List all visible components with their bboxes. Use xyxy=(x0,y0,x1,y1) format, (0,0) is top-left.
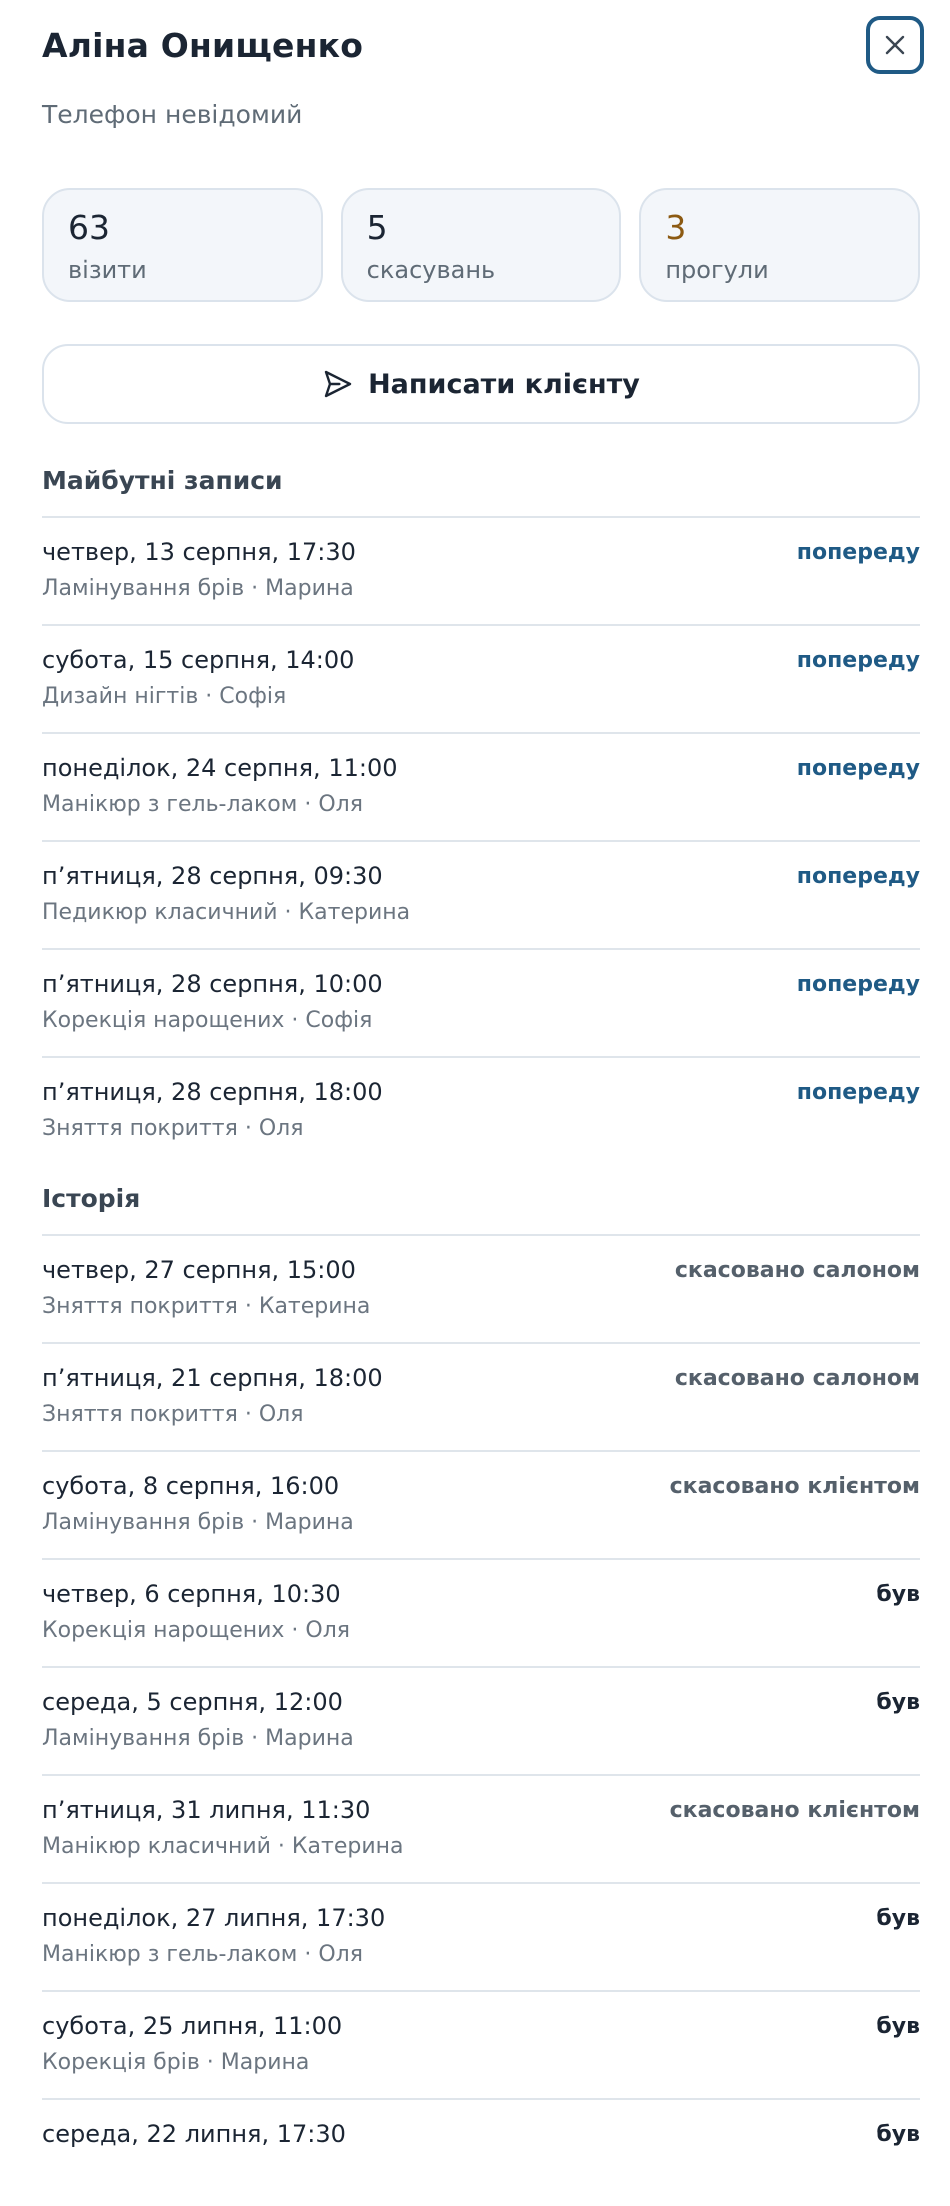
appointment-status: скасовано салоном xyxy=(674,1258,920,1283)
appointment-row[interactable]: четвер, 6 серпня, 10:30 Корекція нарощени… xyxy=(42,1558,920,1666)
stat-visits-label: візити xyxy=(68,255,147,284)
appointment-service: Педикюр класичний · Катерина xyxy=(42,900,411,925)
message-client-button[interactable]: Написати клієнту xyxy=(42,344,920,424)
send-icon xyxy=(324,370,352,398)
appointment-status: був xyxy=(876,1906,920,1931)
appointment-service: Дизайн нігтів · Софія xyxy=(42,684,287,709)
appointment-service: Зняття покриття · Оля xyxy=(42,1116,304,1141)
appointment-datetime: четвер, 27 серпня, 15:00 xyxy=(42,1256,356,1284)
client-details-panel: Аліна Онищенко Телефон невідомий 63 візи… xyxy=(0,0,950,2148)
appointment-row[interactable]: четвер, 13 серпня, 17:30 Ламінування брів… xyxy=(42,516,920,624)
upcoming-list: четвер, 13 серпня, 17:30 Ламінування брів… xyxy=(42,516,920,1164)
appointment-datetime: п’ятниця, 21 серпня, 18:00 xyxy=(42,1364,383,1392)
history-section-title: Історія xyxy=(42,1184,141,1213)
appointment-service: Ламінування брів · Марина xyxy=(42,1510,354,1535)
stat-visits: 63 візити xyxy=(42,188,323,302)
stat-cancellations-label: скасувань xyxy=(366,255,496,284)
appointment-datetime: четвер, 13 серпня, 17:30 xyxy=(42,538,356,566)
appointment-service: Корекція нарощених · Софія xyxy=(42,1008,373,1033)
appointment-service: Корекція нарощених · Оля xyxy=(42,1618,351,1643)
appointment-datetime: п’ятниця, 28 серпня, 18:00 xyxy=(42,1078,383,1106)
upcoming-section-title: Майбутні записи xyxy=(42,466,283,495)
appointment-row[interactable]: субота, 8 серпня, 16:00 Ламінування брів … xyxy=(42,1450,920,1558)
appointment-status: попереду xyxy=(796,1080,920,1105)
client-name: Аліна Онищенко xyxy=(42,26,364,65)
appointment-status: скасовано клієнтом xyxy=(669,1474,920,1499)
appointment-status: був xyxy=(876,2014,920,2039)
appointment-service: Зняття покриття · Катерина xyxy=(42,1294,371,1319)
appointment-status: попереду xyxy=(796,756,920,781)
appointment-datetime: середа, 5 серпня, 12:00 xyxy=(42,1688,343,1716)
appointment-status: скасовано клієнтом xyxy=(669,1798,920,1823)
appointment-row[interactable]: п’ятниця, 21 серпня, 18:00 Зняття покритт… xyxy=(42,1342,920,1450)
appointment-datetime: понеділок, 27 липня, 17:30 xyxy=(42,1904,386,1932)
appointment-datetime: субота, 15 серпня, 14:00 xyxy=(42,646,355,674)
client-phone: Телефон невідомий xyxy=(42,100,303,129)
appointment-datetime: п’ятниця, 28 серпня, 09:30 xyxy=(42,862,383,890)
appointment-status: був xyxy=(876,2122,920,2147)
appointment-row[interactable]: субота, 25 липня, 11:00 Корекція брів · М… xyxy=(42,1990,920,2098)
appointment-row[interactable]: п’ятниця, 31 липня, 11:30 Манікюр класичн… xyxy=(42,1774,920,1882)
appointment-row[interactable]: субота, 15 серпня, 14:00 Дизайн нігтів · … xyxy=(42,624,920,732)
appointment-status: попереду xyxy=(796,864,920,889)
appointment-service: Манікюр з гель-лаком · Оля xyxy=(42,792,363,817)
appointment-service: Зняття покриття · Оля xyxy=(42,1402,304,1427)
history-list: четвер, 27 серпня, 15:00 Зняття покриття … xyxy=(42,1234,920,2206)
message-client-label: Написати клієнту xyxy=(368,368,640,400)
appointment-status: був xyxy=(876,1582,920,1607)
appointment-row[interactable]: понеділок, 27 липня, 17:30 Манікюр з гель… xyxy=(42,1882,920,1990)
close-icon xyxy=(885,35,905,55)
appointment-datetime: четвер, 6 серпня, 10:30 xyxy=(42,1580,341,1608)
appointment-row[interactable]: п’ятниця, 28 серпня, 09:30 Педикюр класич… xyxy=(42,840,920,948)
appointment-row[interactable]: понеділок, 24 серпня, 11:00 Манікюр з гел… xyxy=(42,732,920,840)
appointment-row[interactable]: середа, 22 липня, 17:30 був xyxy=(42,2098,920,2206)
appointment-status: був xyxy=(876,1690,920,1715)
appointment-status: скасовано салоном xyxy=(674,1366,920,1391)
appointment-service: Ламінування брів · Марина xyxy=(42,576,354,601)
appointment-status: попереду xyxy=(796,540,920,565)
appointment-status: попереду xyxy=(796,972,920,997)
stat-no-shows-label: прогули xyxy=(665,255,769,284)
appointment-status: попереду xyxy=(796,648,920,673)
appointment-datetime: субота, 25 липня, 11:00 xyxy=(42,2012,343,2040)
appointment-row[interactable]: середа, 5 серпня, 12:00 Ламінування брів … xyxy=(42,1666,920,1774)
appointment-datetime: середа, 22 липня, 17:30 xyxy=(42,2120,346,2148)
appointment-datetime: субота, 8 серпня, 16:00 xyxy=(42,1472,340,1500)
stat-visits-value: 63 xyxy=(68,208,110,247)
appointment-service: Корекція брів · Марина xyxy=(42,2050,310,2075)
client-stats: 63 візити 5 скасувань 3 прогули xyxy=(42,188,921,302)
appointment-row[interactable]: п’ятниця, 28 серпня, 10:00 Корекція нарощ… xyxy=(42,948,920,1056)
stat-no-shows: 3 прогули xyxy=(639,188,921,302)
close-button[interactable] xyxy=(866,16,924,74)
appointment-datetime: п’ятниця, 28 серпня, 10:00 xyxy=(42,970,383,998)
stat-cancellations-value: 5 xyxy=(366,208,388,247)
appointment-datetime: понеділок, 24 серпня, 11:00 xyxy=(42,754,398,782)
stat-no-shows-value: 3 xyxy=(665,208,687,247)
appointment-service: Ламінування брів · Марина xyxy=(42,1726,354,1751)
appointment-row[interactable]: четвер, 27 серпня, 15:00 Зняття покриття … xyxy=(42,1234,920,1342)
appointment-service: Манікюр з гель-лаком · Оля xyxy=(42,1942,363,1967)
appointment-datetime: п’ятниця, 31 липня, 11:30 xyxy=(42,1796,371,1824)
appointment-row[interactable]: п’ятниця, 28 серпня, 18:00 Зняття покритт… xyxy=(42,1056,920,1164)
appointment-service: Манікюр класичний · Катерина xyxy=(42,1834,404,1859)
stat-cancellations: 5 скасувань xyxy=(340,188,622,302)
